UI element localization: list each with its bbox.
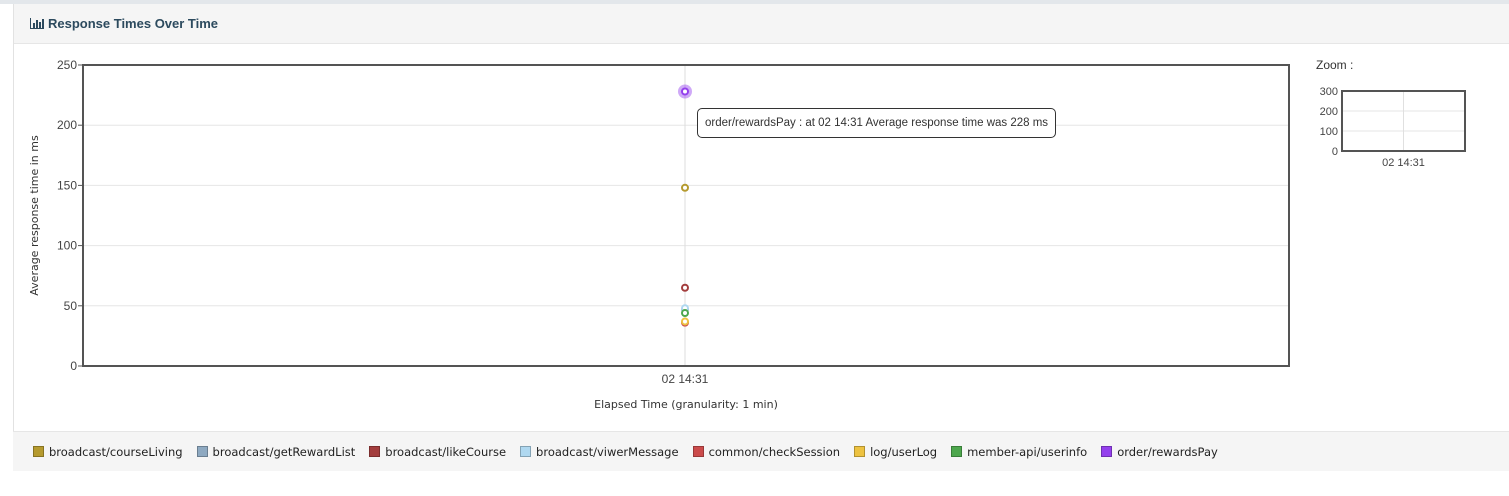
zoom-overview-plot[interactable]: 0 100 200 300 02 14:31 — [1320, 86, 1466, 169]
legend-swatch — [520, 446, 532, 457]
legend-swatch — [369, 446, 381, 457]
zoom-y-tick-label: 100 — [1320, 126, 1338, 138]
y-tick-label: 50 — [64, 299, 78, 313]
legend-label: broadcast/courseLiving — [49, 444, 183, 459]
legend-swatch — [33, 446, 44, 457]
zoom-y-tick-label: 200 — [1320, 106, 1338, 118]
y-tick-label: 0 — [70, 359, 77, 373]
legend-item[interactable]: common/checkSession — [692, 444, 841, 459]
y-tick-label: 250 — [57, 58, 77, 72]
x-tick-label: 02 14:31 — [662, 372, 709, 386]
legend-label: member-api/userinfo — [967, 444, 1088, 459]
legend-item[interactable]: member-api/userinfo — [951, 445, 1087, 459]
y-tick-label: 100 — [57, 239, 77, 253]
chart-legend: broadcast/courseLiving broadcast/getRewar… — [13, 431, 1509, 471]
legend-item[interactable]: broadcast/viwerMessage — [520, 445, 679, 459]
legend-swatch — [854, 446, 866, 457]
legend-label: broadcast/getRewardList — [212, 444, 356, 459]
legend-label: broadcast/likeCourse — [385, 444, 507, 459]
response-time-chart[interactable]: 0 50 100 150 200 250 02 14:31 Elapsed Time (gra… — [0, 0, 1509, 430]
data-point-log-userlog[interactable] — [681, 317, 689, 326]
legend-label: common/checkSession — [708, 444, 841, 459]
legend-swatch — [1101, 446, 1113, 457]
legend-swatch — [692, 446, 704, 457]
y-axis-label: Average response time in ms — [28, 135, 41, 296]
legend-item[interactable]: broadcast/likeCourse — [369, 445, 506, 459]
data-point-broadcast-courseliving[interactable] — [681, 183, 689, 192]
data-point-member-api-userinfo[interactable] — [681, 309, 689, 318]
legend-item[interactable]: log/userLog — [854, 445, 937, 459]
legend-item[interactable]: order/rewardsPay — [1101, 445, 1218, 459]
data-point-order-rewardspay[interactable] — [681, 87, 689, 96]
legend-label: log/userLog — [870, 444, 938, 459]
x-axis-label: Elapsed Time (granularity: 1 min) — [594, 398, 778, 411]
data-point-broadcast-likecourse[interactable] — [681, 283, 689, 292]
zoom-label: Zoom : — [1316, 58, 1354, 72]
main-plot[interactable]: 0 50 100 150 200 250 02 14:31 Elapsed Time (gra… — [28, 58, 1290, 411]
data-point-tooltip: order/rewardsPay : at 02 14:31 Average r… — [697, 108, 1057, 138]
legend-label: broadcast/viwerMessage — [536, 444, 679, 459]
legend-item[interactable]: broadcast/courseLiving — [33, 445, 183, 459]
zoom-y-tick-label: 0 — [1332, 146, 1338, 158]
legend-swatch — [196, 446, 208, 457]
y-tick-label: 200 — [57, 118, 77, 132]
zoom-x-tick-label: 02 14:31 — [1382, 157, 1425, 169]
zoom-y-tick-label: 300 — [1320, 86, 1338, 98]
legend-swatch — [951, 446, 963, 457]
y-tick-label: 150 — [57, 178, 77, 192]
legend-label: order/rewardsPay — [1117, 444, 1218, 459]
legend-item[interactable]: broadcast/getRewardList — [196, 444, 356, 459]
